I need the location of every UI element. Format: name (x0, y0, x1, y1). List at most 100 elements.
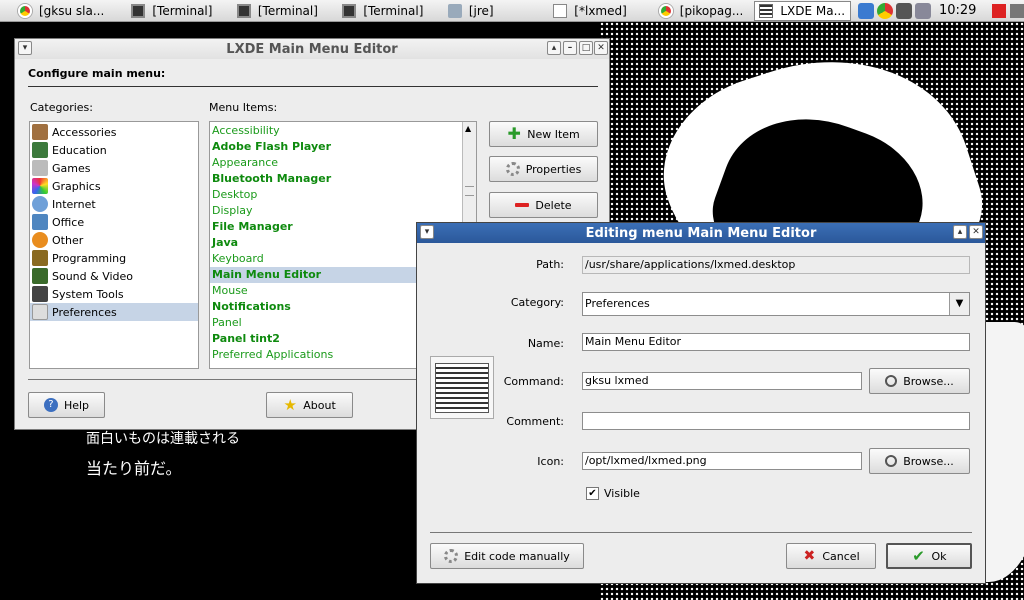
categories-label: Categories: (30, 101, 93, 114)
task-terminal-1[interactable]: [Terminal] (127, 1, 229, 21)
system-tools-icon (32, 286, 48, 302)
accessories-icon (32, 124, 48, 140)
screen-icon[interactable] (914, 2, 931, 19)
category-label: Category: (510, 296, 564, 309)
dialog-titlebar[interactable]: ▾ Editing menu Main Menu Editor ▴ ✕ (417, 223, 985, 243)
command-label: Command: (503, 375, 564, 388)
plus-icon: ✚ (507, 124, 521, 143)
icon-label: Icon: (537, 455, 564, 468)
name-field[interactable]: Main Menu Editor (582, 333, 970, 351)
search-icon (885, 455, 898, 467)
gear-icon (505, 162, 520, 176)
category-select[interactable]: Preferences ▼ (582, 292, 970, 316)
menu-item[interactable]: Desktop (210, 187, 476, 203)
minimize-icon[interactable]: – (563, 41, 577, 55)
menu-item[interactable]: Appearance (210, 155, 476, 171)
network-icon[interactable] (857, 2, 874, 19)
icon-path-field[interactable]: /opt/lxmed/lxmed.png (582, 452, 862, 470)
ok-button[interactable]: ✔ Ok (886, 543, 972, 569)
window-titlebar[interactable]: ▾ LXDE Main Menu Editor ▴ – □ ✕ (15, 39, 609, 59)
logout-icon[interactable] (992, 3, 1007, 18)
shade-icon[interactable]: ▴ (547, 41, 561, 55)
category-games[interactable]: Games (30, 159, 198, 177)
office-icon (32, 214, 48, 230)
terminal-icon[interactable] (895, 2, 912, 19)
scroll-thumb[interactable] (465, 186, 474, 196)
menu-item[interactable]: Bluetooth Manager (210, 171, 476, 187)
comment-field[interactable] (582, 412, 970, 430)
scroll-up-icon[interactable]: ▲ (465, 124, 471, 133)
internet-icon (32, 196, 48, 212)
help-button[interactable]: ? Help (28, 392, 105, 418)
comment-label: Comment: (506, 415, 564, 428)
window-menu-icon[interactable]: ▾ (420, 225, 434, 239)
category-accessories[interactable]: Accessories (30, 123, 198, 141)
close-icon: ✖ (803, 548, 816, 564)
browse-command-button[interactable]: Browse... (869, 368, 970, 394)
graphics-icon (32, 178, 48, 194)
search-icon (885, 375, 898, 387)
category-internet[interactable]: Internet (30, 195, 198, 213)
category-office[interactable]: Office (30, 213, 198, 231)
task-gksu[interactable]: [gksu sla... (14, 1, 124, 21)
close-icon[interactable]: ✕ (594, 41, 608, 55)
other-icon (32, 232, 48, 248)
shade-icon[interactable]: ▴ (953, 225, 967, 239)
category-sound-video[interactable]: Sound & Video (30, 267, 198, 285)
new-item-button[interactable]: ✚ New Item (489, 121, 598, 147)
category-education[interactable]: Education (30, 141, 198, 159)
terminal-icon (342, 3, 357, 18)
task-lxmed-editor[interactable]: [*lxmed] (549, 1, 651, 21)
minus-icon (515, 203, 530, 207)
about-button[interactable]: ★ About (266, 392, 353, 418)
menu-editor-icon (759, 3, 774, 18)
menu-item[interactable]: Adobe Flash Player (210, 139, 476, 155)
education-icon (32, 142, 48, 158)
dialog-divider (430, 532, 972, 533)
task-jre[interactable]: [jre] (444, 1, 546, 21)
checkmark-icon: ✔ (912, 547, 925, 565)
preferences-icon (32, 304, 48, 320)
edit-code-button[interactable]: Edit code manually (430, 543, 584, 569)
chrome-icon[interactable] (876, 2, 893, 19)
cancel-button[interactable]: ✖ Cancel (786, 543, 876, 569)
categories-list[interactable]: Accessories Education Games Graphics Int… (29, 121, 199, 369)
taskbar: [gksu sla... [Terminal] [Terminal] [Term… (0, 0, 1024, 22)
visible-label: Visible (604, 487, 640, 500)
properties-button[interactable]: Properties (489, 156, 598, 182)
terminal-icon (131, 3, 146, 18)
task-terminal-2[interactable]: [Terminal] (233, 1, 335, 21)
chrome-icon (18, 3, 32, 18)
delete-button[interactable]: Delete (489, 192, 598, 218)
wallpaper-text-line1: 面白いものは連載される (86, 431, 240, 447)
chevron-down-icon[interactable]: ▼ (949, 293, 969, 315)
name-label: Name: (527, 337, 564, 350)
maximize-icon[interactable]: □ (579, 41, 593, 55)
folder-icon (447, 3, 462, 18)
menu-items-label: Menu Items: (209, 101, 278, 114)
lock-icon[interactable] (1010, 3, 1024, 18)
category-preferences[interactable]: Preferences (30, 303, 198, 321)
visible-checkbox[interactable]: ✔ (586, 487, 599, 500)
terminal-icon (236, 3, 251, 18)
category-graphics[interactable]: Graphics (30, 177, 198, 195)
clock[interactable]: 10:29 (939, 3, 976, 18)
icon-preview (430, 356, 494, 419)
path-field: /usr/share/applications/lxmed.desktop (582, 256, 970, 274)
window-menu-icon[interactable]: ▾ (18, 41, 32, 55)
task-terminal-3[interactable]: [Terminal] (338, 1, 440, 21)
category-other[interactable]: Other (30, 231, 198, 249)
chrome-icon (658, 3, 673, 18)
command-field[interactable]: gksu lxmed (582, 372, 862, 390)
menu-item[interactable]: Accessibility (210, 123, 476, 139)
browse-icon-button[interactable]: Browse... (869, 448, 970, 474)
category-programming[interactable]: Programming (30, 249, 198, 267)
star-icon: ★ (283, 396, 297, 414)
close-icon[interactable]: ✕ (969, 225, 983, 239)
category-system-tools[interactable]: System Tools (30, 285, 198, 303)
task-pikopage[interactable]: [pikopag... (655, 1, 752, 21)
configure-heading: Configure main menu: (28, 67, 166, 80)
programming-icon (32, 250, 48, 266)
task-lxde-menu-editor[interactable]: LXDE Ma... (754, 0, 851, 21)
menu-item[interactable]: Display (210, 203, 476, 219)
